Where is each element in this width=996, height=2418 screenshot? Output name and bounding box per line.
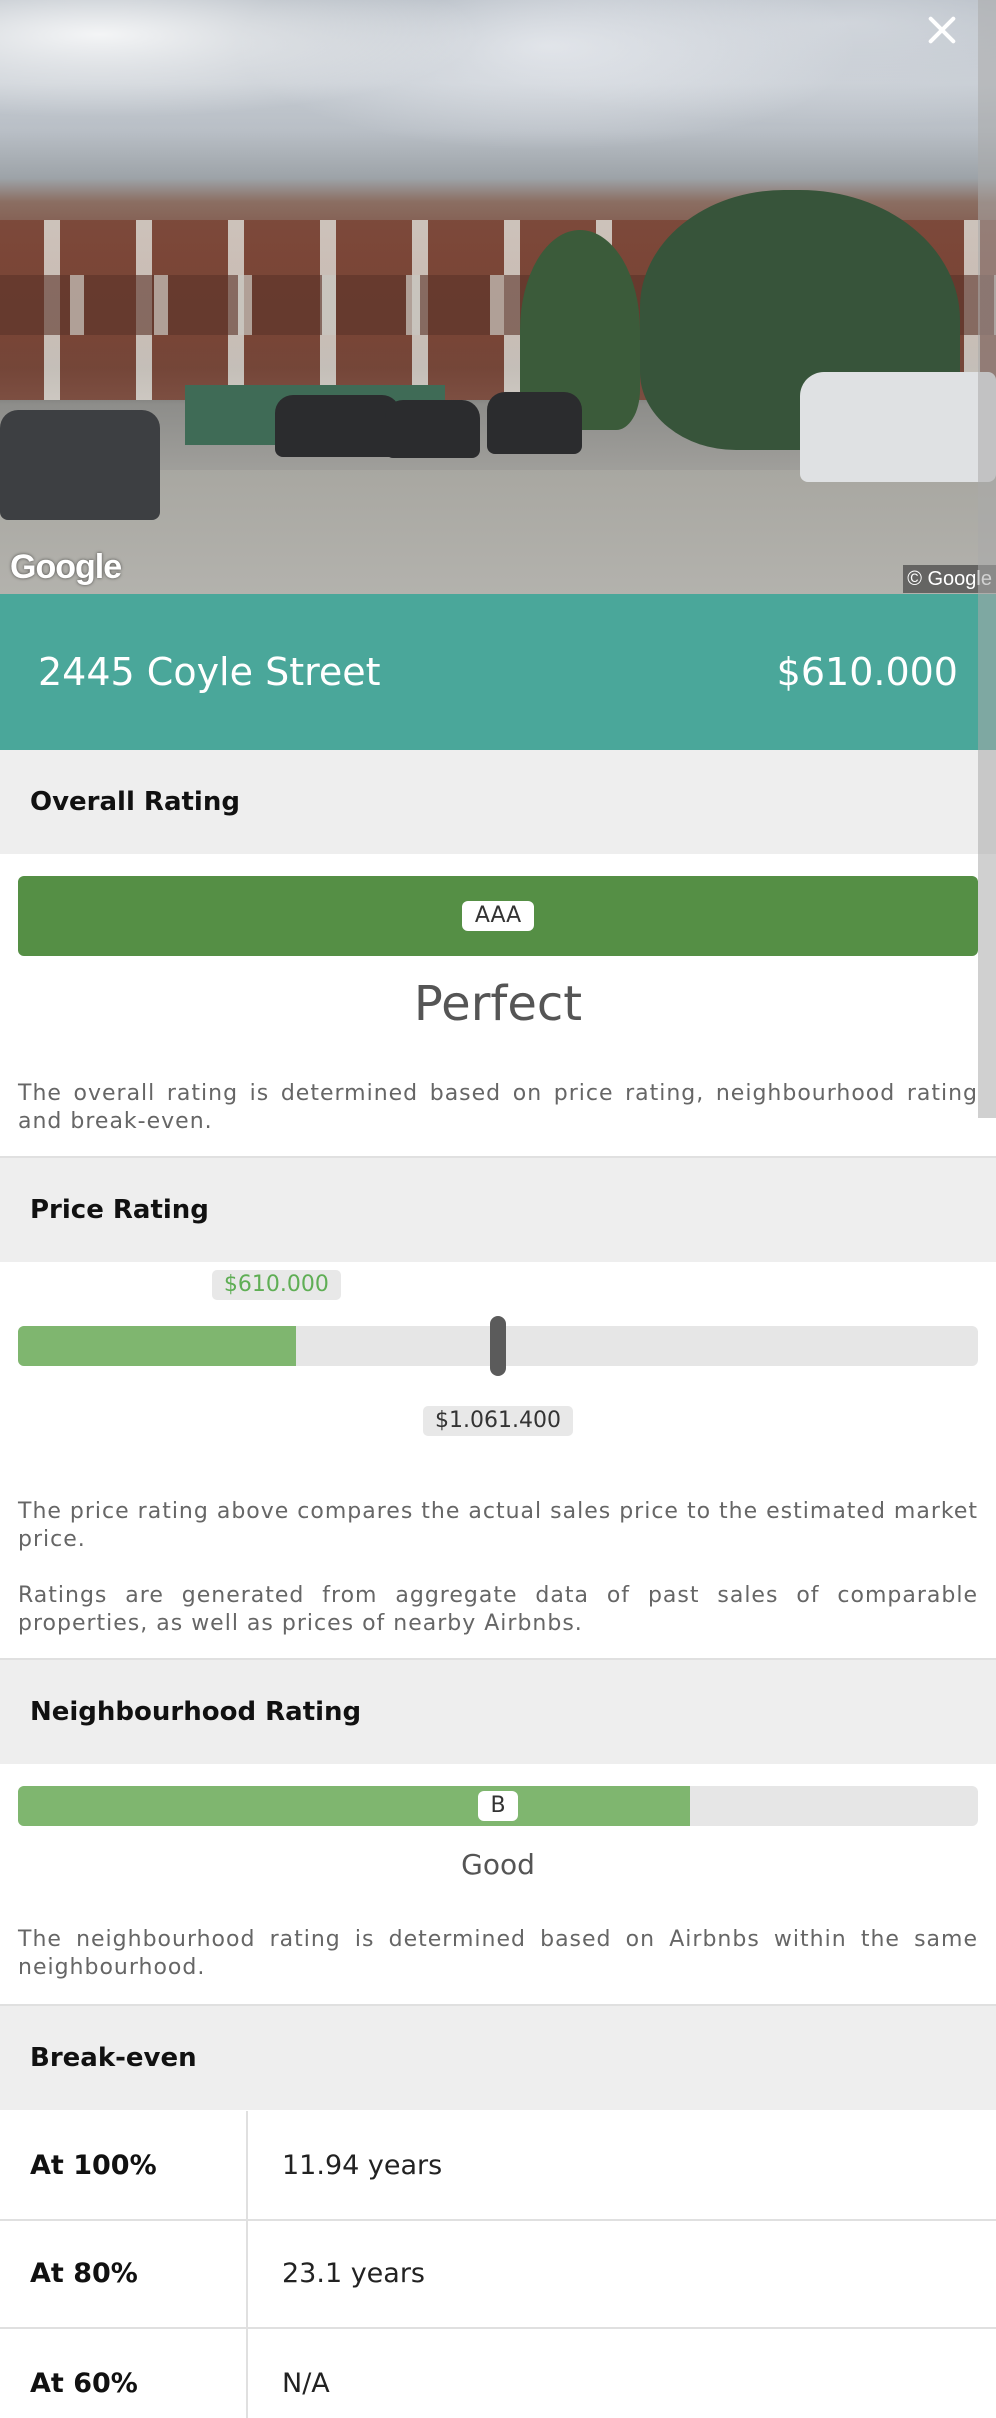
price-rating-data-note: Ratings are generated from aggregate dat…: [18, 1583, 978, 1636]
neighbourhood-rating-label: Good: [461, 1848, 535, 1881]
break-even-value: N/A: [282, 2367, 330, 2399]
neighbourhood-rating-fill: [18, 1786, 690, 1826]
break-even-label: At 100%: [0, 2111, 248, 2219]
neighbourhood-grade-badge: B: [478, 1791, 518, 1821]
estimated-price-tag: $1.061.400: [423, 1406, 573, 1436]
car: [275, 395, 400, 457]
break-even-row: At 60% N/A: [0, 2329, 996, 2418]
break-even-label: At 80%: [0, 2219, 248, 2327]
listing-address: 2445 Coyle Street: [38, 650, 381, 694]
actual-price-tag: $610.000: [211, 1270, 341, 1300]
overall-rating-header: Overall Rating: [0, 750, 996, 854]
listing-price: $610.000: [776, 650, 958, 694]
price-rating-fill: [18, 1326, 297, 1366]
van: [800, 372, 996, 482]
neighbourhood-rating-description: The neighbourhood rating is determined b…: [18, 1927, 978, 1980]
estimated-price-marker: [490, 1316, 506, 1376]
overall-grade-badge: AAA: [462, 901, 534, 931]
break-even-value: 11.94 years: [282, 2149, 443, 2181]
neighbourhood-rating-header: Neighbourhood Rating: [0, 1660, 996, 1764]
street-view-photo: Google © Google: [0, 0, 996, 594]
scrollbar[interactable]: [978, 0, 996, 1118]
overall-rating-label: Perfect: [413, 976, 583, 1032]
listing-header: 2445 Coyle Street $610.000: [0, 594, 996, 750]
google-logo: Google: [10, 548, 122, 586]
close-icon[interactable]: [920, 8, 964, 52]
car: [385, 400, 480, 458]
price-rating-header: Price Rating: [0, 1158, 996, 1262]
break-even-row: At 100% 11.94 years: [0, 2111, 996, 2219]
break-even-row: At 80% 23.1 years: [0, 2219, 996, 2327]
break-even-label: At 60%: [0, 2329, 248, 2418]
overall-rating-description: The overall rating is determined based o…: [18, 1081, 978, 1134]
car: [0, 410, 160, 520]
break-even-value: 23.1 years: [282, 2257, 426, 2289]
break-even-header: Break-even: [0, 2006, 996, 2110]
price-rating-description: The price rating above compares the actu…: [18, 1499, 978, 1552]
car: [487, 392, 582, 454]
